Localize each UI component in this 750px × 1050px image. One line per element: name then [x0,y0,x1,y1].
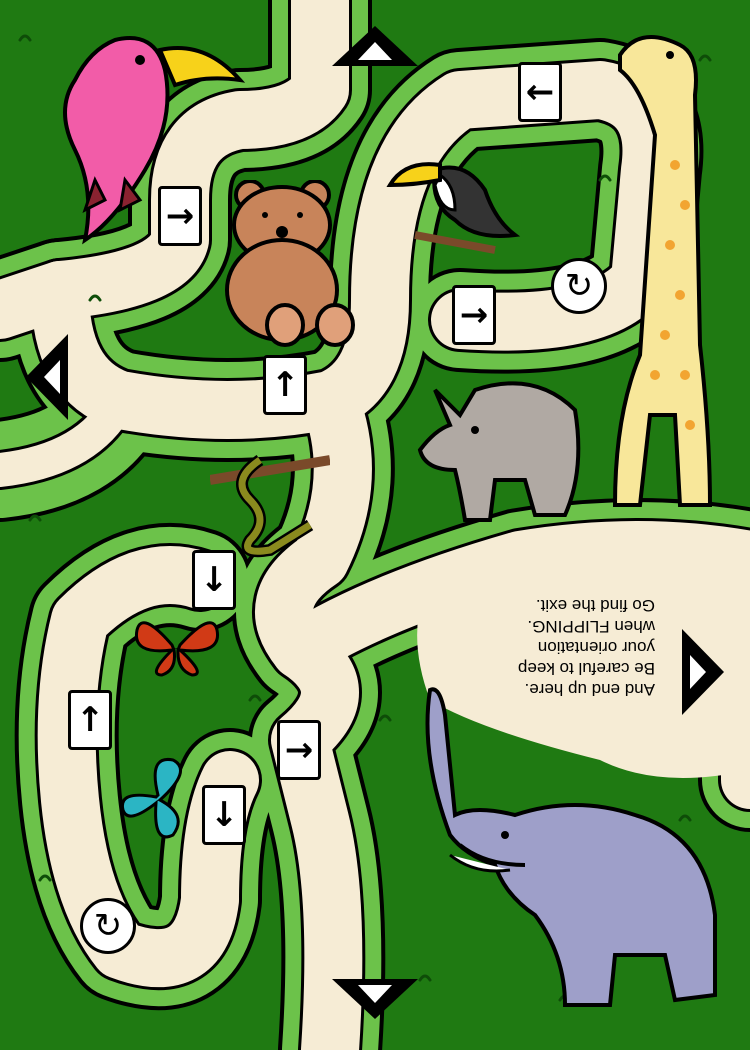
arrow-left-top[interactable]: ← [518,62,562,122]
parrot-icon [63,36,245,245]
red-butterfly-icon [134,621,220,677]
exit-triangle-top-icon[interactable] [328,22,422,70]
bear-icon [225,180,355,347]
blue-butterfly-icon [120,757,183,839]
arrow-down-butterfly[interactable]: ↓ [202,785,246,845]
message-line: when FLIPPING. [527,617,655,636]
maze-board: ← → → ↑ ↓ ↑ ↓ → ↻ ↻ And end up here. Be … [0,0,750,1050]
instruction-message: And end up here. Be careful to keep your… [455,595,655,700]
message-line: your orientation [537,638,655,657]
arrow-right-bottom[interactable]: → [277,720,321,780]
snake-icon [210,455,330,558]
flip-icon-bottom[interactable]: ↻ [80,898,136,954]
message-line: Be careful to keep [517,659,655,678]
arrow-right-parrot[interactable]: → [158,186,202,246]
message-line: Go find the exit. [535,596,655,615]
arrow-down-snake[interactable]: ↓ [192,550,236,610]
exit-triangle-bottom-icon[interactable] [328,975,422,1023]
giraffe-icon [612,35,713,507]
elephant-icon [425,687,717,1007]
message-line: And end up here. [524,680,655,699]
exit-triangle-right-icon[interactable] [678,625,728,719]
arrow-up-bear[interactable]: ↑ [263,355,307,415]
toucan-icon [386,162,521,254]
rhino-icon [417,381,581,522]
arrow-right-toucan[interactable]: → [452,285,496,345]
flip-icon[interactable]: ↻ [551,258,607,314]
exit-triangle-left-icon[interactable] [22,330,72,424]
arrow-up-left[interactable]: ↑ [68,690,112,750]
